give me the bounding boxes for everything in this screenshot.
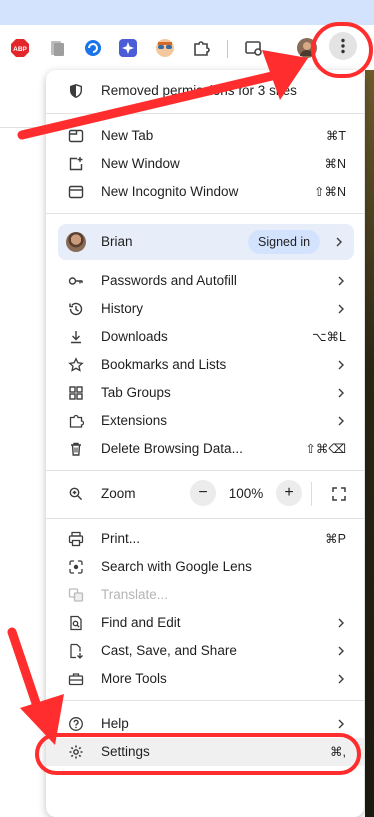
- arrow-to-menu-button: [17, 71, 277, 140]
- arrow-head-settings: [20, 694, 64, 745]
- annotation-arrows: [7, 50, 308, 745]
- arrow-to-settings: [7, 627, 45, 720]
